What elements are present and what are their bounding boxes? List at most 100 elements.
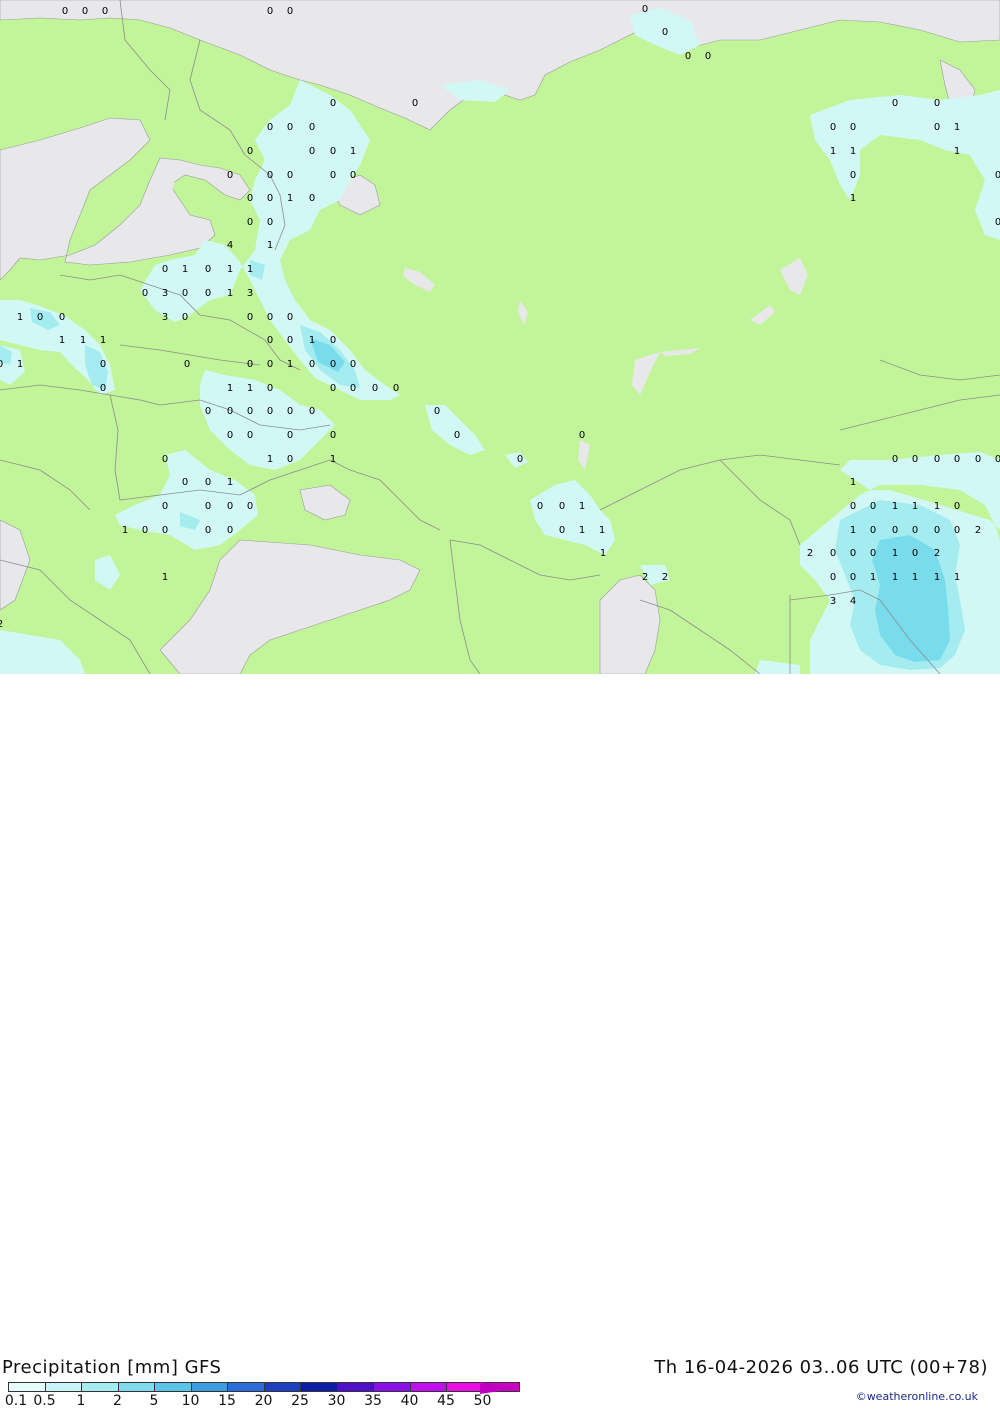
precip-value-label: 0 — [204, 406, 212, 417]
precip-value-label: 2 — [0, 620, 3, 630]
legend-tick-label: 0.5 — [33, 1393, 56, 1409]
precip-value-label: 0 — [99, 359, 107, 370]
precip-value-label: 0 — [204, 501, 212, 512]
precip-value-label: 0 — [61, 6, 69, 17]
precip-value-label: 0 — [183, 359, 191, 370]
legend-swatch — [81, 1382, 119, 1392]
precip-value-label: 0 — [411, 98, 419, 109]
legend-tick-label: 5 — [149, 1393, 159, 1409]
precip-value-label: 0 — [99, 383, 107, 394]
precip-value-label: 0 — [329, 335, 337, 346]
precip-value-label: 0 — [994, 170, 1000, 181]
precip-value-label: 0 — [266, 383, 274, 394]
precip-value-label: 0 — [849, 572, 857, 583]
precip-value-label: 1 — [849, 477, 857, 488]
precip-value-label: 0 — [869, 525, 877, 536]
precip-value-label: 0 — [308, 146, 316, 157]
precip-value-label: 0 — [246, 146, 254, 157]
precip-value-label: 0 — [286, 6, 294, 17]
precip-value-label: 3 — [161, 312, 169, 323]
precip-value-label: 1 — [181, 264, 189, 275]
precip-value-label: 0 — [286, 406, 294, 417]
precip-value-label: 0 — [933, 98, 941, 109]
precip-value-label: 0 — [933, 122, 941, 133]
precip-value-label: 0 — [161, 454, 169, 465]
precip-value-label: 1 — [869, 572, 877, 583]
precip-value-label: 1 — [578, 525, 586, 536]
precip-value-label: 2 — [806, 548, 814, 559]
precip-value-label: 0 — [226, 430, 234, 441]
precip-value-label: 0 — [349, 170, 357, 181]
precip-value-label: 1 — [598, 525, 606, 536]
precip-value-label: 3 — [829, 596, 837, 607]
legend-tick-label: 30 — [327, 1393, 346, 1409]
precip-value-label: 2 — [933, 548, 941, 559]
precip-value-label: 0 — [58, 312, 66, 323]
precip-value-label: 3 — [161, 288, 169, 299]
precip-value-label: 0 — [204, 264, 212, 275]
precip-value-label: 0 — [246, 406, 254, 417]
precip-value-label: 0 — [891, 525, 899, 536]
precip-value-label: 0 — [891, 454, 899, 465]
forecast-run-time: Th 16-04-2026 03..06 UTC (00+78) — [654, 1357, 988, 1378]
precip-value-label: 0 — [829, 122, 837, 133]
precip-value-label: 0 — [953, 525, 961, 536]
precip-value-label: 0 — [266, 359, 274, 370]
precip-value-label: 1 — [308, 335, 316, 346]
precip-value-label: 0 — [161, 525, 169, 536]
precip-value-label: 0 — [392, 383, 400, 394]
precip-value-label: 1 — [933, 572, 941, 583]
precip-value-label: 0 — [829, 572, 837, 583]
precip-value-label: 0 — [453, 430, 461, 441]
legend-swatch — [446, 1382, 484, 1392]
precip-value-label: 0 — [286, 335, 294, 346]
precip-value-label: 1 — [226, 477, 234, 488]
precip-value-label: 0 — [869, 548, 877, 559]
legend-tick-label: 25 — [291, 1393, 309, 1409]
precip-value-label: 0 — [246, 359, 254, 370]
precip-value-label: 0 — [869, 501, 877, 512]
legend-tick-label: 2 — [113, 1393, 122, 1409]
precip-value-label: 1 — [286, 359, 294, 370]
precip-value-label: 0 — [81, 6, 89, 17]
legend-swatch — [263, 1382, 301, 1392]
precip-value-label: 0 — [911, 548, 919, 559]
precipitation-moderate — [0, 260, 965, 670]
precip-value-label: 0 — [849, 170, 857, 181]
precip-value-label: 0 — [933, 454, 941, 465]
precip-value-label: 0 — [371, 383, 379, 394]
legend-swatch — [44, 1382, 82, 1392]
precip-value-label: 0 — [558, 525, 566, 536]
precip-value-label: 1 — [16, 312, 24, 323]
credit-link[interactable]: ©weatheronline.co.uk — [856, 1391, 978, 1403]
precip-value-label: 1 — [226, 288, 234, 299]
precip-value-label: 1 — [329, 454, 337, 465]
precip-value-label: 1 — [891, 501, 899, 512]
map-footer: Precipitation [mm] GFS Th 16-04-2026 03.… — [0, 674, 1000, 1408]
precip-value-label: 0 — [246, 501, 254, 512]
precip-value-label: 0 — [953, 454, 961, 465]
precip-value-label: 0 — [994, 454, 1000, 465]
precip-value-label: 1 — [226, 264, 234, 275]
precip-value-label: 0 — [536, 501, 544, 512]
precip-value-label: 0 — [181, 477, 189, 488]
legend-swatch — [336, 1382, 374, 1392]
precip-value-label: 0 — [226, 170, 234, 181]
precip-value-label: 0 — [329, 383, 337, 394]
precip-value-label: 1 — [953, 122, 961, 133]
precip-value-label: 0 — [286, 312, 294, 323]
precip-value-label: 0 — [246, 312, 254, 323]
precip-value-label: 0 — [0, 360, 3, 370]
legend-swatch — [154, 1382, 192, 1392]
precip-value-label: 0 — [286, 454, 294, 465]
precip-value-label: 1 — [266, 240, 274, 251]
precip-value-label: 1 — [849, 193, 857, 204]
precip-value-label: 0 — [994, 217, 1000, 228]
precip-value-label: 1 — [16, 359, 24, 370]
legend-tick-label: 40 — [400, 1393, 419, 1409]
precip-value-label: 0 — [308, 122, 316, 133]
precip-value-label: 1 — [286, 193, 294, 204]
precip-value-label: 0 — [204, 477, 212, 488]
precip-value-label: 1 — [891, 572, 899, 583]
precip-value-label: 0 — [141, 525, 149, 536]
